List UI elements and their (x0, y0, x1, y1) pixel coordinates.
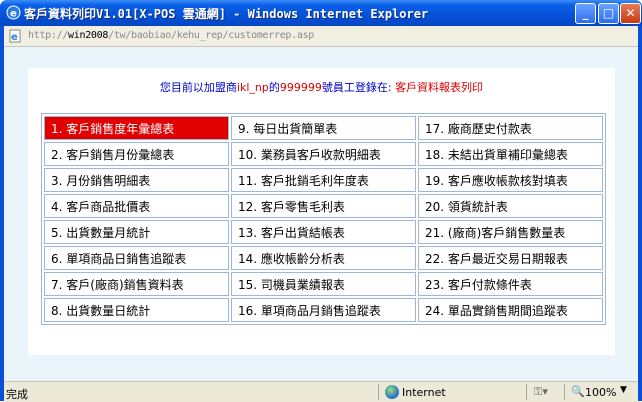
menu-item-22[interactable]: 22. 客戶最近交易日期報表 (418, 246, 603, 270)
address-bar[interactable]: e http://win2008/tw/baobiao/kehu_rep/cus… (4, 26, 638, 47)
menu-item-20[interactable]: 20. 領貨統計表 (418, 194, 603, 218)
svg-text:e: e (11, 32, 18, 43)
menu-item-9[interactable]: 9. 每日出貨簡單表 (231, 116, 416, 140)
status-divider (526, 384, 527, 400)
status-text: 完成 (6, 388, 28, 401)
menu-item-5[interactable]: 5. 出貨數量月統計 (44, 220, 229, 244)
menu-item-3[interactable]: 3. 月份銷售明細表 (44, 168, 229, 192)
menu-item-6[interactable]: 6. 單項商品日銷售追蹤表 (44, 246, 229, 270)
lock-icon[interactable]: ⚿▾ (534, 385, 548, 399)
menu-item-18[interactable]: 18. 未結出貨單補印彙總表 (418, 142, 603, 166)
menu-item-19[interactable]: 19. 客戶應收帳款核對填表 (418, 168, 603, 192)
login-notice: 您目前以加盟商ikl_np的999999號員工登錄在: 客戶資料報表列印 (28, 79, 615, 95)
status-divider (564, 384, 565, 400)
report-menu: 1. 客戶銷售度年彙總表 9. 每日出貨簡單表 17. 廠商歷史付款表 2. 客戶銷… (41, 113, 606, 325)
notice-part1: 您目前以加盟商 (159, 81, 237, 94)
menu-item-21[interactable]: 21. (廠商)客戶銷售數量表 (418, 220, 603, 244)
notice-part2: 的 (268, 81, 280, 94)
security-zone: Internet (402, 386, 446, 399)
menu-item-12[interactable]: 12. 客戶零售毛利表 (231, 194, 416, 218)
browser-window: e 客戶資料列印V1.01[X-POS 雲通網] - Windows Inter… (0, 0, 642, 402)
menu-item-2[interactable]: 2. 客戶銷售月份彙總表 (44, 142, 229, 166)
title-bar[interactable]: e 客戶資料列印V1.01[X-POS 雲通網] - Windows Inter… (0, 0, 642, 26)
address-path: /tw/baobiao/kehu_rep/customerrep.asp (108, 30, 315, 41)
ie-icon: e (6, 5, 21, 20)
menu-item-7[interactable]: 7. 客戶(廠商)銷售資料表 (44, 272, 229, 296)
menu-item-23[interactable]: 23. 客戶付款條件表 (418, 272, 603, 296)
status-bar: 完成 Internet ⚿▾ 🔍 100% ▼ (4, 381, 638, 402)
maximize-button[interactable]: □ (598, 3, 619, 24)
menu-item-14[interactable]: 14. 應收帳齡分析表 (231, 246, 416, 270)
notice-company: ikl_np (236, 81, 269, 94)
close-button[interactable]: ✕ (620, 3, 641, 24)
zoom-icon[interactable]: 🔍 (571, 385, 585, 398)
svg-text:e: e (10, 9, 17, 20)
menu-item-17[interactable]: 17. 廠商歷史付款表 (418, 116, 603, 140)
menu-item-11[interactable]: 11. 客戶批銷毛利年度表 (231, 168, 416, 192)
menu-item-13[interactable]: 13. 客戶出貨結帳表 (231, 220, 416, 244)
menu-item-4[interactable]: 4. 客戶商品批價表 (44, 194, 229, 218)
address-host: win2008 (68, 30, 109, 41)
chevron-down-icon[interactable]: ▼ (620, 385, 627, 395)
status-divider (378, 384, 379, 400)
menu-item-10[interactable]: 10. 業務員客戶收款明細表 (231, 142, 416, 166)
menu-item-15[interactable]: 15. 司機員業績報表 (231, 272, 416, 296)
zoom-level[interactable]: 100% (585, 386, 616, 399)
window-title: 客戶資料列印V1.01[X-POS 雲通網] - Windows Interne… (24, 7, 429, 21)
address-prefix: http:// (28, 30, 69, 41)
page-content: 您目前以加盟商ikl_np的999999號員工登錄在: 客戶資料報表列印 1. … (4, 47, 638, 381)
menu-item-8[interactable]: 8. 出貨數量日統計 (44, 298, 229, 322)
page-icon: e (9, 29, 21, 43)
notice-employee: 999999 (279, 81, 322, 94)
menu-item-16[interactable]: 16. 單項商品月銷售追蹤表 (231, 298, 416, 322)
report-panel: 您目前以加盟商ikl_np的999999號員工登錄在: 客戶資料報表列印 1. … (28, 68, 615, 355)
address-url[interactable]: http://win2008/tw/baobiao/kehu_rep/custo… (28, 30, 314, 41)
globe-icon (385, 385, 399, 399)
notice-page: 客戶資料報表列印 (395, 81, 484, 94)
notice-part3: 號員工登錄在: (321, 81, 396, 94)
menu-item-1[interactable]: 1. 客戶銷售度年彙總表 (44, 116, 229, 140)
minimize-button[interactable]: _ (575, 3, 596, 24)
menu-item-24[interactable]: 24. 單品實銷售期間追蹤表 (418, 298, 603, 322)
